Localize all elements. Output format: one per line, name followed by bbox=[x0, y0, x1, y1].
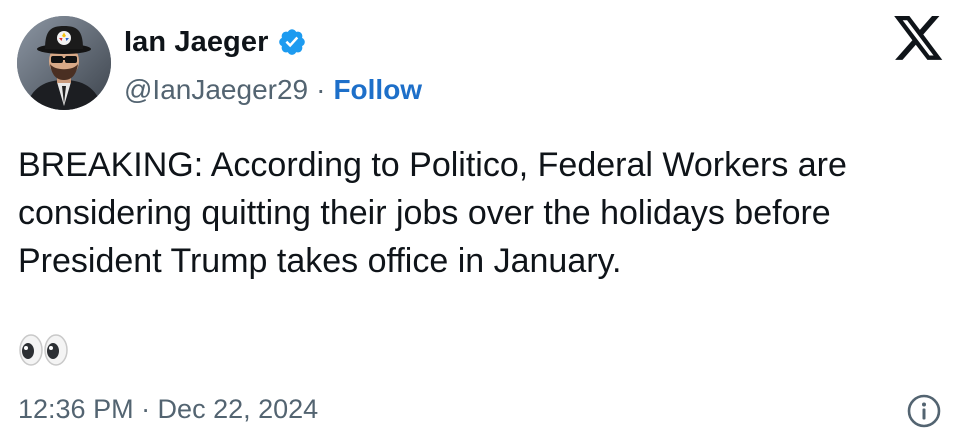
separator-dot: · bbox=[316, 74, 326, 105]
tweet-text: BREAKING: According to Politico, Federal… bbox=[18, 146, 847, 280]
display-name[interactable]: Ian Jaeger bbox=[124, 26, 268, 59]
eyes-emoji-icon bbox=[18, 330, 70, 370]
avatar-image bbox=[17, 16, 111, 110]
tweet-card: Ian Jaeger @IanJaeger29 · Follow BREAKIN… bbox=[0, 0, 968, 442]
info-icon[interactable] bbox=[906, 393, 942, 429]
avatar[interactable] bbox=[17, 16, 111, 110]
handle-row: @IanJaeger29 · Follow bbox=[124, 70, 422, 110]
name-row: Ian Jaeger bbox=[124, 22, 422, 62]
follow-button[interactable]: Follow bbox=[333, 74, 422, 106]
author-handle[interactable]: @IanJaeger29 bbox=[124, 74, 308, 106]
tweet-timestamp[interactable]: 12:36 PM · Dec 22, 2024 bbox=[18, 394, 318, 425]
author-block: Ian Jaeger @IanJaeger29 · Follow bbox=[124, 22, 422, 110]
x-logo-icon[interactable] bbox=[893, 16, 945, 62]
verified-badge-icon bbox=[277, 27, 307, 57]
